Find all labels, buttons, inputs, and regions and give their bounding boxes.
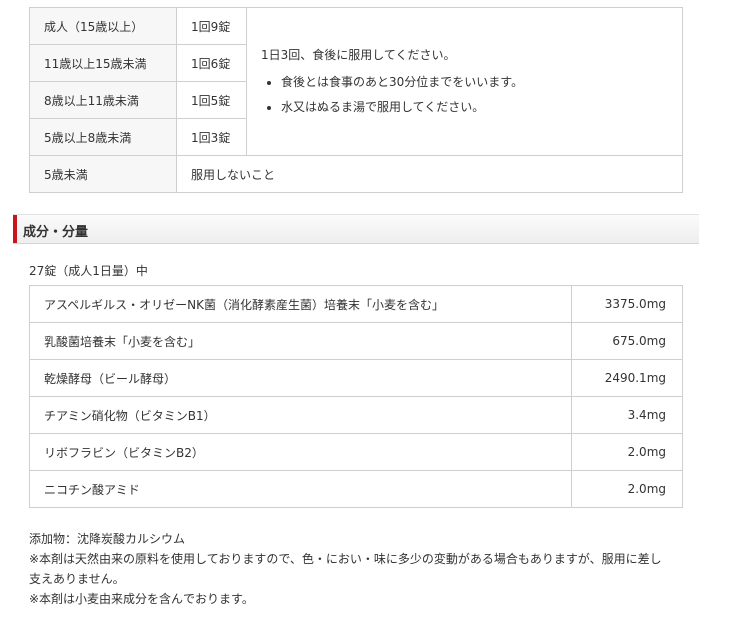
additive-note: 添加物：沈降炭酸カルシウム [29, 532, 186, 546]
dosage-note-list: 食後とは食事のあと30分位までをいいます。 水又はぬるま湯で服用してください。 [261, 73, 682, 115]
wheat-note: ※本剤は小麦由来成分を含んでおります。 [29, 592, 254, 606]
dosage-table: 成人（15歳以上） 1回9錠 1日3回、食後に服用してください。 食後とは食事の… [29, 7, 683, 193]
list-item: 食後とは食事のあと30分位までをいいます。 [281, 73, 682, 90]
table-row: リボフラビン（ビタミンB2） 2.0mg [28, 433, 683, 471]
dosage-amount: 1回5錠 [176, 81, 247, 119]
ingredient-qty: 675.0mg [571, 322, 683, 360]
table-row: 乾燥酵母（ビール酵母） 2490.1mg [28, 359, 683, 397]
ingredient-qty: 3.4mg [571, 396, 683, 434]
ingredients-basis: 27錠（成人1日量）中 [29, 264, 148, 278]
dosage-note: 1日3回、食後に服用してください。 [261, 48, 456, 62]
ingredient-name: 乳酸菌培養末「小麦を含む」 [28, 322, 573, 360]
dosage-under5-text: 服用しないこと [176, 155, 683, 193]
dosage-age: 成人（15歳以上） [29, 7, 177, 45]
ingredient-qty: 2.0mg [571, 470, 683, 508]
section-header: 成分・分量 [13, 214, 699, 244]
ingredients-table: アスペルギルス・オリゼーNK菌（消化酵素産生菌）培養末「小麦を含む」 3375.… [28, 285, 683, 508]
ingredient-name: ニコチン酸アミド [28, 470, 573, 508]
table-row: 5歳未満 服用しないこと [29, 155, 683, 193]
ingredient-name: リボフラビン（ビタミンB2） [28, 433, 573, 471]
list-item: 水又はぬるま湯で服用してください。 [281, 98, 682, 115]
dosage-age: 11歳以上15歳未満 [29, 44, 177, 82]
dosage-amount: 1回9錠 [176, 7, 247, 45]
ingredient-name: 乾燥酵母（ビール酵母） [28, 359, 573, 397]
table-row: 乳酸菌培養末「小麦を含む」 675.0mg [28, 322, 683, 360]
section-title: 成分・分量 [23, 225, 89, 240]
dosage-note-cell: 1日3回、食後に服用してください。 食後とは食事のあと30分位までをいいます。 … [246, 7, 683, 156]
table-row: アスペルギルス・オリゼーNK菌（消化酵素産生菌）培養末「小麦を含む」 3375.… [28, 285, 683, 323]
ingredient-qty: 2.0mg [571, 433, 683, 471]
dosage-age: 5歳以上8歳未満 [29, 118, 177, 156]
ingredient-qty: 3375.0mg [571, 285, 683, 323]
table-row: ニコチン酸アミド 2.0mg [28, 470, 683, 508]
table-row: 成人（15歳以上） 1回9錠 1日3回、食後に服用してください。 食後とは食事の… [29, 7, 683, 156]
notes-block: 添加物：沈降炭酸カルシウム ※本剤は天然由来の原料を使用しておりますので、色・に… [29, 529, 669, 609]
dosage-amount: 1回3錠 [176, 118, 247, 156]
ingredient-name: アスペルギルス・オリゼーNK菌（消化酵素産生菌）培養末「小麦を含む」 [28, 285, 573, 323]
dosage-amount: 1回6錠 [176, 44, 247, 82]
dosage-age: 8歳以上11歳未満 [29, 81, 177, 119]
ingredient-name: チアミン硝化物（ビタミンB1） [28, 396, 573, 434]
dosage-age: 5歳未満 [29, 155, 177, 193]
table-row: チアミン硝化物（ビタミンB1） 3.4mg [28, 396, 683, 434]
ingredient-qty: 2490.1mg [571, 359, 683, 397]
section-accent-bar [13, 215, 17, 243]
natural-origin-note: ※本剤は天然由来の原料を使用しておりますので、色・におい・味に多少の変動がある場… [29, 552, 662, 586]
